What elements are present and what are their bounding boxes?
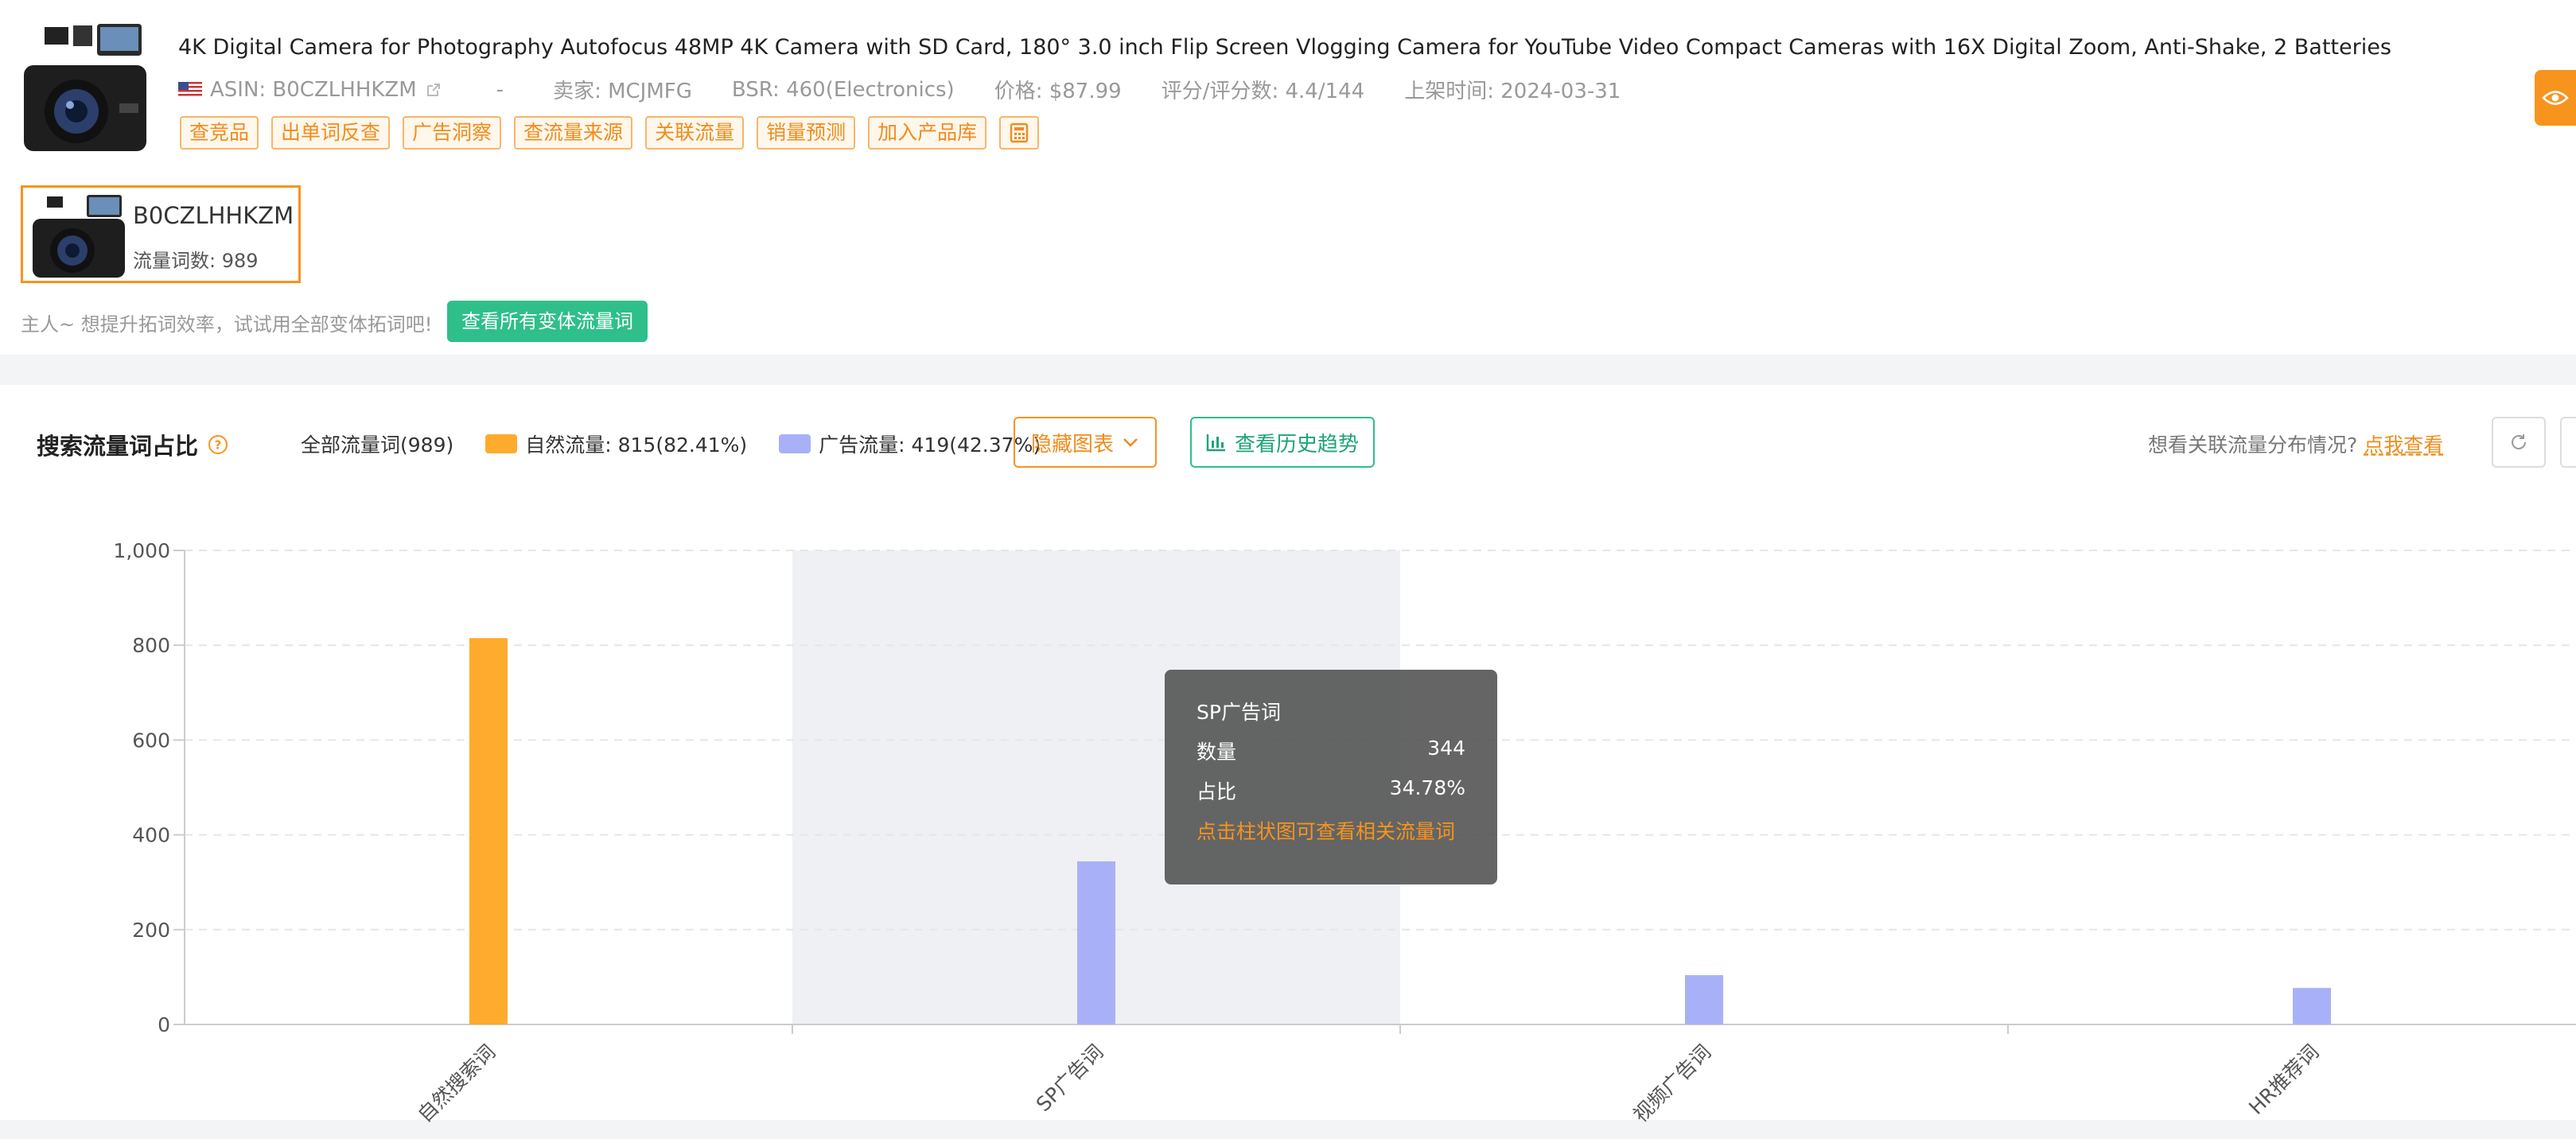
tooltip-ratio-value: 34.78% [1389, 776, 1465, 799]
tooltip-ratio-label: 占比 [1197, 780, 1237, 803]
y-tick-label: 1,000 [113, 539, 170, 562]
tooltip-ratio-row: 占比 34.78% [1197, 776, 1465, 803]
x-category-label: HR推荐词 [2244, 1040, 2323, 1119]
y-tick-label: 400 [132, 824, 170, 847]
x-category-label: SP广告词 [1032, 1040, 1107, 1116]
y-tick-label: 200 [132, 919, 170, 942]
traffic-bar-chart: 02004006008001,000自然搜索词 SP广告词 视频广告词 HR推荐词 [113, 539, 2576, 1127]
bar-1 [1077, 861, 1115, 1024]
x-category-label: 视频广告词 [1628, 1040, 1715, 1127]
y-tick-label: 0 [158, 1013, 170, 1036]
tooltip-qty-value: 344 [1427, 737, 1465, 760]
tooltip-qty-row: 数量 344 [1197, 737, 1465, 764]
y-tick-label: 600 [132, 729, 170, 752]
tooltip-title: SP广告词 [1197, 701, 1281, 724]
bar-2 [1685, 975, 1723, 1024]
tooltip-qty-label: 数量 [1197, 741, 1237, 764]
chart-tooltip: SP广告词 数量 344 占比 34.78% 点击柱状图可查看相关流量词 [1165, 670, 1497, 884]
bar-3 [2293, 988, 2331, 1024]
x-category-label: 自然搜索词 [413, 1040, 500, 1127]
y-tick-label: 800 [132, 634, 170, 657]
tooltip-title-row: SP广告词 [1197, 697, 1465, 724]
tooltip-hint: 点击柱状图可查看相关流量词 [1197, 820, 1456, 843]
bar-0 [469, 638, 508, 1024]
